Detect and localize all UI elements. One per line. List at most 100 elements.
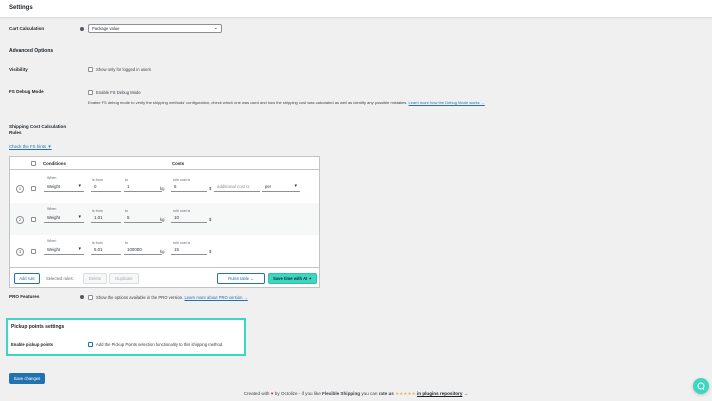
top-bar: Settings <box>0 0 712 18</box>
page-footer: Created with ♥ by Octolize - if you like… <box>0 391 712 397</box>
chat-icon <box>697 382 705 390</box>
rules-table-button[interactable]: Rules table ⌄ <box>217 273 265 284</box>
currency-symbol: $ <box>209 186 212 191</box>
currency-symbol: $ <box>209 249 212 254</box>
add-rule-button[interactable]: Add rule <box>14 273 40 284</box>
cost-input[interactable]: 5 <box>171 183 207 192</box>
rule-row-number[interactable]: 2 <box>16 216 24 224</box>
debug-description-text: Enable FS debug mode to verify the shipp… <box>88 100 408 105</box>
costs-column-header: Costs <box>172 161 185 166</box>
debug-mode-option-text: Enable FS Debug Mode <box>96 90 141 95</box>
condition-select[interactable]: Weight ▾ <box>44 246 84 255</box>
enable-pickup-points-checkbox[interactable] <box>88 342 93 347</box>
condition-value: Weight <box>47 247 60 252</box>
cost-label: rule cost is <box>173 209 191 213</box>
footer-text: Created with <box>243 391 270 396</box>
plugins-repository-link[interactable]: in plugins repository <box>417 391 462 396</box>
to-input[interactable]: 5 <box>124 214 162 223</box>
rules-table: Conditions Costs 1 When Weight ▾ is from… <box>9 156 320 288</box>
from-input[interactable]: 1.01 <box>91 214 121 223</box>
save-time-ai-button[interactable]: Save time with AI ✦ <box>268 273 317 284</box>
from-label: is from <box>92 178 103 182</box>
help-icon[interactable] <box>80 27 84 31</box>
chat-support-button[interactable] <box>693 378 709 394</box>
unit-kg: kg <box>160 217 165 222</box>
selected-rules-label: Selected rules: <box>46 276 74 281</box>
conditions-column-header: Conditions <box>43 161 66 166</box>
to-label: to <box>125 209 128 213</box>
footer-brand: Flexible Shipping <box>322 391 361 396</box>
enable-pickup-points-label: Enable pickup points <box>11 342 54 347</box>
chevron-down-icon: ⌄ <box>250 276 254 281</box>
chevron-down-icon: ⌄ <box>213 25 218 31</box>
pro-features-text: Show the options available in the PRO ve… <box>96 295 248 300</box>
when-label: When <box>47 207 57 211</box>
visibility-label: Visibility <box>9 67 28 72</box>
rules-table-button-label: Rules table <box>228 276 250 281</box>
from-input[interactable]: 0 <box>91 183 121 192</box>
cart-calculation-value: Package value <box>92 26 120 31</box>
currency-symbol: $ <box>209 217 212 222</box>
debug-mode-description: Enable FS debug mode to verify the shipp… <box>88 100 485 105</box>
condition-value: Weight <box>47 184 60 189</box>
help-icon[interactable] <box>80 295 84 299</box>
condition-select[interactable]: Weight ▾ <box>44 183 84 192</box>
pickup-points-section: Pickup points settings Enable pickup poi… <box>6 318 246 356</box>
rule-row-checkbox[interactable] <box>31 186 36 191</box>
chevron-down-icon: ▾ <box>78 246 81 252</box>
rules-table-footer: Add rule Selected rules: Delete Duplicat… <box>10 267 319 289</box>
condition-select[interactable]: Weight ▾ <box>44 214 84 223</box>
rule-row-checkbox[interactable] <box>31 249 36 254</box>
heart-icon: ♥ <box>270 391 274 396</box>
when-label: When <box>47 239 57 243</box>
pro-learn-more-link[interactable]: Learn more about PRO version → <box>184 295 247 300</box>
stars-icon: ★★★★★ <box>395 391 416 396</box>
chevron-down-icon: ▾ <box>78 214 81 220</box>
from-label: is from <box>92 241 103 245</box>
pro-features-checkbox[interactable] <box>88 295 93 300</box>
from-input[interactable]: 5.01 <box>91 246 121 255</box>
rules-table-header: Conditions Costs <box>10 157 319 170</box>
cost-input[interactable]: 10 <box>171 214 207 223</box>
debug-mode-checkbox[interactable] <box>88 90 93 95</box>
to-input[interactable]: 1 <box>124 183 162 192</box>
rule-row-checkbox[interactable] <box>31 217 36 222</box>
enable-pickup-points-text: Add the Pickup Points selection function… <box>96 342 224 347</box>
from-label: is from <box>92 209 103 213</box>
debug-mode-label: FS Debug Mode <box>9 89 44 94</box>
cart-calculation-label: Cart Calculation <box>9 26 45 31</box>
unit-kg: kg <box>160 249 165 254</box>
delete-button[interactable]: Delete <box>83 273 107 284</box>
additional-cost-input[interactable]: additional cost is <box>214 183 260 192</box>
cart-calculation-select[interactable]: Package value ⌄ <box>88 24 222 33</box>
arrow-icon: → <box>463 391 469 396</box>
cost-label: rule cost is <box>173 241 191 245</box>
rule-row-number[interactable]: 3 <box>16 248 24 256</box>
chevron-down-icon: ▾ <box>294 183 297 189</box>
unit-kg: kg <box>160 186 165 191</box>
visibility-option-text: Show only for logged in users <box>96 67 151 72</box>
duplicate-button[interactable]: Duplicate <box>109 273 139 284</box>
to-label: to <box>125 178 128 182</box>
rule-row-number[interactable]: 1 <box>16 185 24 193</box>
to-input[interactable]: 100000 <box>124 246 162 255</box>
save-changes-button[interactable]: Save changes <box>9 373 45 384</box>
rules-label-line2: Rules <box>9 130 22 135</box>
fs-hints-link[interactable]: Check the FS hints ▼ <box>9 144 52 149</box>
select-all-checkbox[interactable] <box>31 161 36 166</box>
visibility-checkbox[interactable] <box>88 67 93 72</box>
debug-learn-more-link[interactable]: Learn more how the Debug Mode works → <box>409 100 485 105</box>
footer-text: you can <box>361 391 378 396</box>
footer-rate-us: rate us <box>378 391 394 396</box>
pro-option-text: Show the options available in the PRO ve… <box>96 295 184 300</box>
per-select[interactable]: per ▾ <box>262 183 300 192</box>
cost-input[interactable]: 15 <box>171 246 207 255</box>
advanced-options-heading: Advanced Options <box>9 48 54 54</box>
to-label: to <box>125 241 128 245</box>
when-label: When <box>47 176 57 180</box>
rules-label-line1: Shipping Cost Calculation <box>9 124 67 129</box>
pro-features-label: PRO Features <box>9 294 40 299</box>
pickup-points-heading: Pickup points settings <box>11 324 65 330</box>
cost-label: rule cost is <box>173 178 191 182</box>
per-value: per <box>265 184 272 189</box>
